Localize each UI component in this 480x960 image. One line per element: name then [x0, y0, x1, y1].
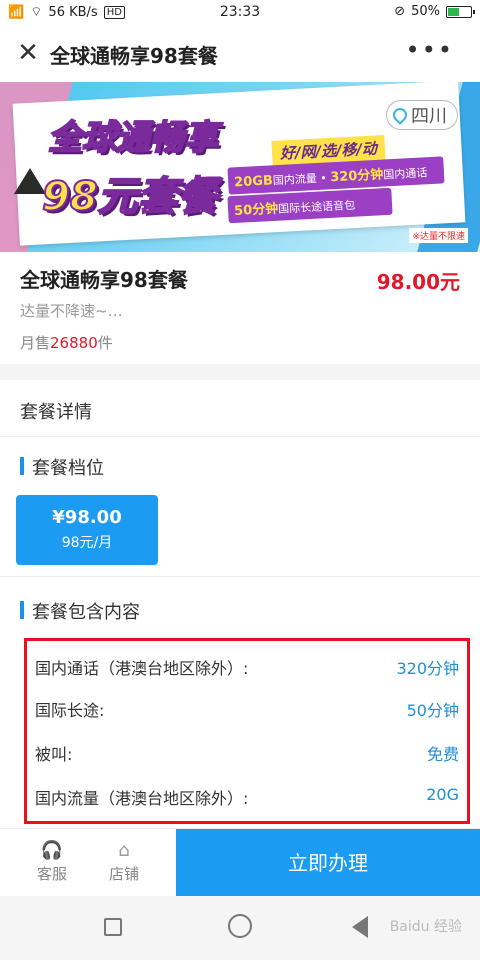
home-icon[interactable] — [228, 914, 252, 938]
divider — [0, 576, 480, 577]
tier-subtitle: 98元/月 — [61, 535, 113, 551]
store-button[interactable]: ⌂ 店铺 — [94, 839, 154, 884]
store-label: 店铺 — [108, 865, 139, 883]
item-key: 被叫: — [35, 745, 73, 764]
package-details: 套餐详情 套餐档位 ¥98.00 98元/月 套餐包含内容 国内通话（港澳台地区… — [0, 380, 480, 828]
item-key: 国内流量（港澳台地区除外）: — [35, 789, 249, 808]
banner-headline-1: 全球通畅享 — [47, 117, 219, 159]
monthly-sales: 月售26880件 — [20, 334, 113, 352]
product-name: 全球通畅享98套餐 — [20, 268, 188, 292]
list-item: 被叫: 免费 — [35, 737, 459, 765]
headset-icon: 🎧 — [40, 840, 64, 861]
banner-headline-2: 98元套餐 — [41, 173, 219, 221]
list-item: 国际长途: 50分钟 — [35, 693, 459, 721]
product-price: 98.00元 — [376, 270, 460, 294]
tier-section-title: 套餐档位 — [20, 454, 104, 480]
item-value: 320分钟 — [396, 659, 459, 678]
item-value: 50分钟 — [406, 701, 459, 720]
product-description: 达量不降速~… — [20, 302, 123, 320]
battery-icon — [446, 5, 475, 18]
status-right: ⊘ 50% — [394, 4, 475, 19]
item-value: 20G — [426, 785, 459, 804]
location-selector[interactable]: 四川 — [386, 100, 458, 130]
location-pin-icon — [390, 105, 410, 125]
battery-percent: 50% — [411, 4, 440, 19]
page-title: 全球通畅享98套餐 — [50, 44, 218, 68]
divider — [0, 436, 480, 437]
banner-note: ※达量不限速 — [409, 228, 468, 243]
tier-price: ¥98.00 — [52, 507, 122, 528]
product-info: 全球通畅享98套餐 98.00元 达量不降速~… 月售26880件 — [0, 252, 480, 364]
close-icon[interactable]: ✕ — [14, 40, 42, 68]
apply-now-button[interactable]: 立即办理 — [176, 829, 480, 897]
status-bar: 📶 ⌔ 56 KB/s HD 23:33 ⊘ 50% — [0, 0, 480, 26]
details-header: 套餐详情 — [20, 402, 92, 423]
item-key: 国内通话（港澳台地区除外）: — [35, 659, 249, 678]
store-icon: ⌂ — [118, 840, 130, 861]
watermark: Baidu 经验 — [389, 919, 462, 935]
list-item: 国内流量（港澳台地区除外）: 20G — [35, 781, 459, 809]
back-icon[interactable] — [352, 916, 368, 938]
more-icon[interactable]: ••• — [406, 36, 454, 64]
mute-icon: ⊘ — [394, 4, 406, 19]
promo-banner[interactable]: 全球通畅享 98元套餐 好/网/选/移/动 20GB国内流量 • 320分钟国内… — [0, 82, 480, 252]
bottom-action-bar: 🎧 客服 ⌂ 店铺 立即办理 — [0, 828, 480, 897]
location-label: 四川 — [411, 106, 447, 127]
item-key: 国际长途: — [35, 701, 105, 720]
tier-option-98[interactable]: ¥98.00 98元/月 — [16, 495, 158, 565]
customer-service-button[interactable]: 🎧 客服 — [22, 839, 82, 884]
customer-service-label: 客服 — [36, 865, 67, 883]
system-navigation-bar: Baidu 经验 — [0, 896, 480, 960]
item-value: 免费 — [426, 745, 459, 764]
package-content-list: 国内通话（港澳台地区除外）: 320分钟 国际长途: 50分钟 被叫: 免费 国… — [24, 638, 470, 824]
list-item: 国内通话（港澳台地区除外）: 320分钟 — [35, 651, 459, 679]
title-bar: ✕ 全球通畅享98套餐 ••• — [0, 26, 480, 82]
content-section-title: 套餐包含内容 — [20, 598, 140, 624]
recent-apps-icon[interactable] — [104, 918, 122, 936]
